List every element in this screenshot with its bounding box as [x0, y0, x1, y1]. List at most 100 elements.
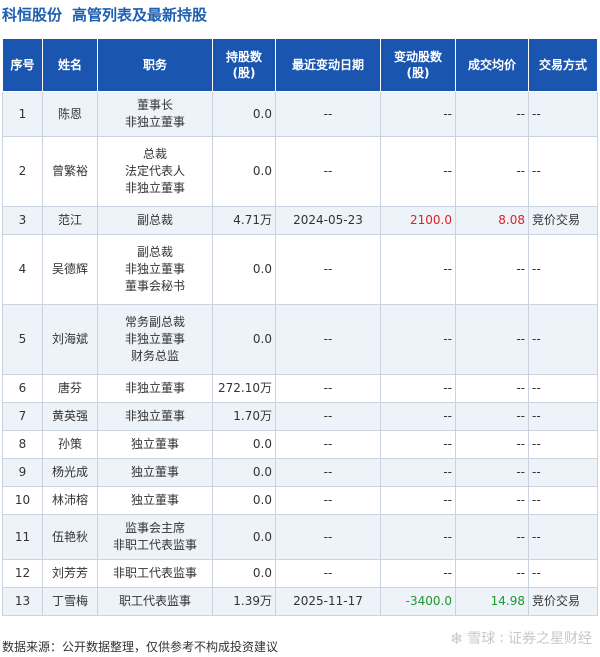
cell-date: -- [275, 304, 381, 375]
role-line: 董事会秘书 [124, 279, 185, 293]
brand-watermark: ❄ 雪球 : 证券之星财经 [450, 628, 592, 648]
cell-roles: 常务副总裁 非独立董事 财务总监 [97, 304, 213, 375]
role-line: 非独立董事 [124, 381, 185, 395]
cell-shares: 0.0 [212, 304, 276, 375]
cell-roles: 独立董事 [97, 486, 213, 515]
cell-roles: 董事长 非独立董事 [97, 91, 213, 137]
role-line: 非职工代表监事 [112, 538, 197, 552]
cell-method: -- [528, 559, 598, 588]
cell-no: 12 [2, 559, 43, 588]
cell-change: -- [380, 374, 456, 403]
cell-method: -- [528, 91, 598, 137]
table-subtitle: 高管列表及最新持股 [72, 6, 208, 24]
cell-name: 唐芬 [42, 374, 98, 403]
cell-price: 8.08 [455, 206, 529, 235]
cell-price: -- [455, 559, 529, 588]
cell-name: 伍艳秋 [42, 514, 98, 560]
header-price: 成交均价 [455, 38, 529, 92]
cell-shares: 1.39万 [212, 587, 276, 616]
cell-no: 6 [2, 374, 43, 403]
page-title: 科恒股份 高管列表及最新持股 [2, 4, 207, 28]
table-row: 7 黄英强 非独立董事 1.70万 -- -- -- -- [2, 402, 598, 431]
cell-price: -- [455, 304, 529, 375]
cell-shares: 0.0 [212, 559, 276, 588]
cell-date: -- [275, 458, 381, 487]
cell-no: 7 [2, 402, 43, 431]
cell-shares: 4.71万 [212, 206, 276, 235]
cell-roles: 非独立董事 [97, 374, 213, 403]
cell-date: -- [275, 402, 381, 431]
role-line: 监事会主席 [124, 521, 185, 535]
role-line: 财务总监 [130, 349, 179, 363]
cell-price: -- [455, 91, 529, 137]
role-line: 副总裁 [136, 245, 173, 259]
cell-change: -- [380, 458, 456, 487]
table-row: 9 杨光成 独立董事 0.0 -- -- -- -- [2, 458, 598, 487]
cell-no: 11 [2, 514, 43, 560]
table-row: 6 唐芬 非独立董事 272.10万 -- -- -- -- [2, 374, 598, 403]
cell-name: 陈恩 [42, 91, 98, 137]
cell-price: -- [455, 402, 529, 431]
brand-name: 证券之星财经 [508, 631, 592, 647]
cell-no: 8 [2, 430, 43, 459]
cell-name: 林沛榕 [42, 486, 98, 515]
cell-shares: 0.0 [212, 136, 276, 207]
role-line: 法定代表人 [124, 164, 185, 178]
role-line: 非独立董事 [124, 181, 185, 195]
cell-change: -- [380, 514, 456, 560]
header-name: 姓名 [42, 38, 98, 92]
cell-date: -- [275, 430, 381, 459]
cell-no: 2 [2, 136, 43, 207]
brand-sep: : [499, 630, 504, 646]
cell-change: -- [380, 91, 456, 137]
cell-method: -- [528, 514, 598, 560]
cell-roles: 监事会主席非职工代表监事 [97, 514, 213, 560]
role-line: 常务副总裁 [124, 315, 185, 329]
cell-shares: 0.0 [212, 486, 276, 515]
cell-method: -- [528, 234, 598, 305]
cell-date: -- [275, 91, 381, 137]
executives-table: 序号 姓名 职务 持股数 (股) 最近变动日期 变动股数 (股) 成交均价 交易… [2, 38, 598, 616]
cell-no: 10 [2, 486, 43, 515]
role-line: 非职工代表监事 [112, 566, 197, 580]
cell-date: 2025-11-17 [275, 587, 381, 616]
cell-roles: 非独立董事 [97, 402, 213, 431]
cell-roles: 总裁法定代表人非独立董事 [97, 136, 213, 207]
role-line: 独立董事 [130, 437, 179, 451]
cell-shares: 272.10万 [212, 374, 276, 403]
cell-roles: 副总裁 非独立董事 董事会秘书 [97, 234, 213, 305]
header-date: 最近变动日期 [275, 38, 381, 92]
cell-change: -- [380, 402, 456, 431]
table-row: 3 范江 副总裁 4.71万 2024-05-23 2100.0 8.08 竞价交易 [2, 206, 598, 235]
cell-shares: 0.0 [212, 430, 276, 459]
role-line: 总裁 [142, 147, 167, 161]
cell-shares: 0.0 [212, 514, 276, 560]
table-row: 2 曾繁裕 总裁 法定代表人 非独立董事 0.0 -- -- -- -- [2, 136, 598, 207]
table-row: 1 陈恩 董事长 非独立董事 0.0 -- -- -- -- [2, 91, 598, 137]
snowball-label: 雪球 [467, 631, 496, 647]
cell-method: -- [528, 402, 598, 431]
header-role: 职务 [97, 38, 213, 92]
cell-name: 曾繁裕 [42, 136, 98, 207]
cell-name: 黄英强 [42, 402, 98, 431]
table-row: 10 林沛榕 独立董事 0.0 -- -- -- -- [2, 486, 598, 515]
cell-date: -- [275, 559, 381, 588]
cell-method: -- [528, 486, 598, 515]
cell-no: 3 [2, 206, 43, 235]
cell-roles: 职工代表监事 [97, 587, 213, 616]
cell-date: -- [275, 374, 381, 403]
cell-shares: 0.0 [212, 458, 276, 487]
cell-change: -- [380, 304, 456, 375]
data-source-note: 数据来源：公开数据整理，仅供参考不构成投资建议 [2, 640, 279, 654]
cell-no: 9 [2, 458, 43, 487]
cell-change: -3400.0 [380, 587, 456, 616]
cell-no: 1 [2, 91, 43, 137]
role-line: 副总裁 [136, 213, 173, 227]
table-row: 12 刘芳芳 非职工代表监事 0.0 -- -- -- -- [2, 559, 598, 588]
company-name: 科恒股份 [2, 6, 63, 24]
cell-price: -- [455, 234, 529, 305]
table-row: 13 丁雪梅 职工代表监事 1.39万 2025-11-17 -3400.0 14.98 竞价… [2, 587, 598, 616]
cell-price: -- [455, 458, 529, 487]
cell-method: -- [528, 458, 598, 487]
cell-method: 竞价交易 [528, 206, 598, 235]
